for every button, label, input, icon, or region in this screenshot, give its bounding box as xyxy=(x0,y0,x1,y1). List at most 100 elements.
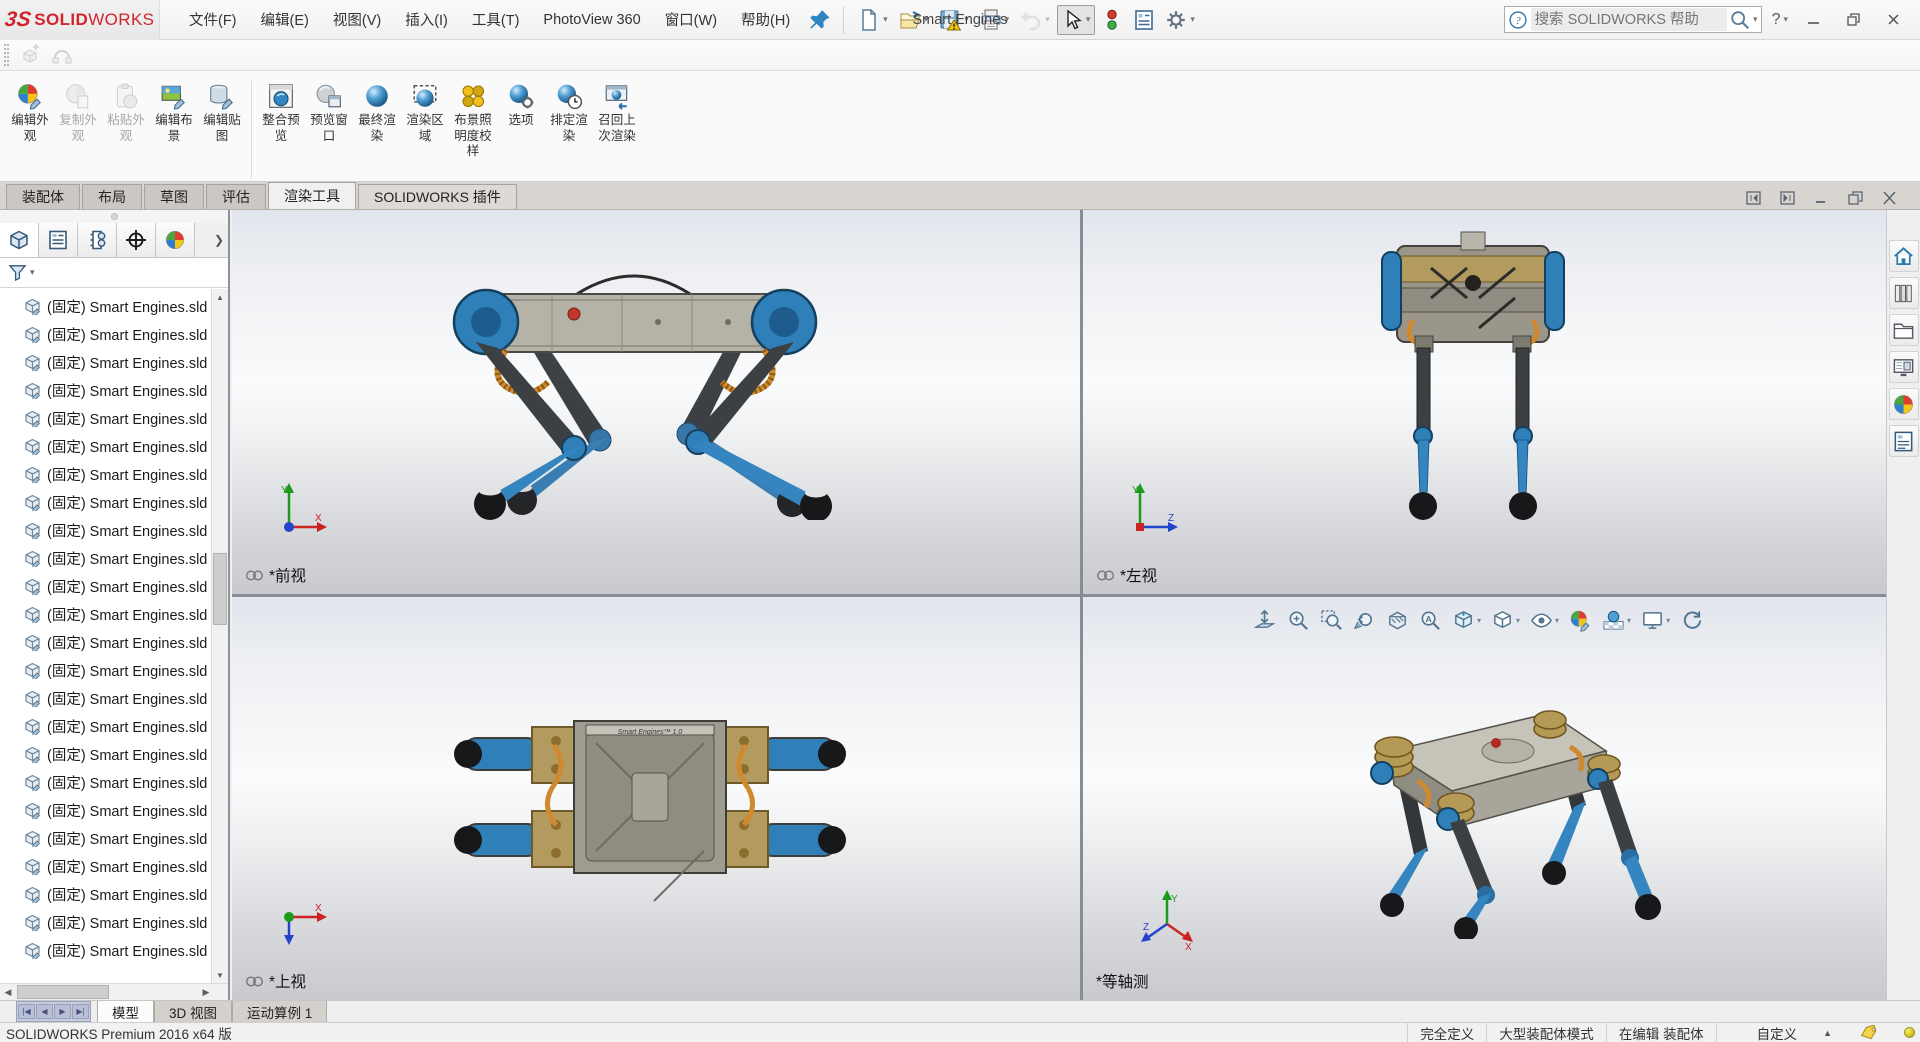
menu-item-3[interactable]: 插入(I) xyxy=(394,5,459,34)
tag-icon[interactable] xyxy=(1860,1025,1878,1040)
close-button[interactable] xyxy=(1878,7,1908,33)
search-icon[interactable] xyxy=(1729,9,1751,31)
options-dropdown-caret[interactable]: ▾ xyxy=(1190,14,1195,25)
tree-item-component[interactable]: (固定) Smart Engines.sld xyxy=(0,572,211,600)
recall-last-render-button[interactable]: 召回上次渲染 xyxy=(593,79,641,145)
menu-item-5[interactable]: PhotoView 360 xyxy=(532,8,651,32)
last-tab-icon[interactable]: ▶| xyxy=(72,1004,89,1019)
pane-close-icon[interactable] xyxy=(1881,190,1898,205)
graphics-area[interactable]: Y X *前视 xyxy=(232,210,1886,1000)
menu-item-4[interactable]: 工具(T) xyxy=(461,5,531,34)
prev-tab-icon[interactable]: ◀ xyxy=(36,1004,53,1019)
integrated-preview-button[interactable]: 整合预览 xyxy=(257,79,305,145)
save-dropdown-caret[interactable]: ▾ xyxy=(964,14,969,25)
scene-illumination-proof-button[interactable]: 布景照明度校样 xyxy=(449,79,497,161)
print-button[interactable]: ▾ xyxy=(976,5,1015,35)
ribbon-tab-assembly[interactable]: 装配体 xyxy=(6,184,80,209)
restore-button[interactable] xyxy=(1838,7,1868,33)
zoom-to-area-button[interactable] xyxy=(1317,607,1346,634)
menu-item-2[interactable]: 视图(V) xyxy=(322,5,392,34)
document-tab-2[interactable]: 运动算例 1 xyxy=(232,1001,327,1022)
viewport-iso[interactable]: A▾▾▾▾▾ xyxy=(1083,597,1886,1000)
tree-item-component[interactable]: (固定) Smart Engines.sld xyxy=(0,460,211,488)
ribbon-tab-sketch[interactable]: 草图 xyxy=(144,184,204,209)
menu-item-7[interactable]: 帮助(H) xyxy=(730,5,801,34)
ribbon-tab-layout[interactable]: 布局 xyxy=(82,184,142,209)
interference-detection-button[interactable] xyxy=(1097,5,1127,35)
pane-minimize-icon[interactable] xyxy=(1813,190,1830,205)
panel-tab-appearances[interactable] xyxy=(156,223,195,257)
tree-item-component[interactable]: (固定) Smart Engines.sld xyxy=(0,544,211,572)
dynamic-annotation-button[interactable]: A xyxy=(1416,607,1445,634)
tree-item-component[interactable]: (固定) Smart Engines.sld xyxy=(0,936,211,964)
final-render-button[interactable]: 最终渲染 xyxy=(353,79,401,145)
split-right-icon[interactable] xyxy=(1779,190,1796,205)
next-tab-icon[interactable]: ▶ xyxy=(54,1004,71,1019)
tree-item-component[interactable]: (固定) Smart Engines.sld xyxy=(0,824,211,852)
evaluate-button[interactable] xyxy=(1129,5,1159,35)
scroll-right-arrow[interactable]: ▶ xyxy=(198,984,214,1000)
tree-horizontal-scrollbar[interactable]: ◀ ▶ xyxy=(0,983,228,1000)
new-document-button[interactable]: ▾ xyxy=(854,5,893,35)
zoom-in-out-button[interactable] xyxy=(1284,607,1313,634)
render-region-button[interactable]: 渲染区域 xyxy=(401,79,449,145)
task-pane-appearances[interactable] xyxy=(1889,388,1919,420)
panel-tab-propertymanager[interactable] xyxy=(39,223,78,257)
tree-item-component[interactable]: (固定) Smart Engines.sld xyxy=(0,908,211,936)
tree-item-component[interactable]: (固定) Smart Engines.sld xyxy=(0,348,211,376)
tree-item-component[interactable]: (固定) Smart Engines.sld xyxy=(0,432,211,460)
hide-show-items-button[interactable]: ▾ xyxy=(1527,607,1562,634)
save-button[interactable]: ▾ xyxy=(935,5,974,35)
task-pane-file-explorer[interactable] xyxy=(1889,314,1919,346)
preview-window-button[interactable]: 预览窗口 xyxy=(305,79,353,145)
split-left-icon[interactable] xyxy=(1745,190,1762,205)
ribbon-tab-render-tools[interactable]: 渲染工具 xyxy=(268,182,356,209)
tree-item-component[interactable]: (固定) Smart Engines.sld xyxy=(0,852,211,880)
viewport-top[interactable]: Smart Engines™ 1.0 X *上视 xyxy=(232,597,1080,1000)
tree-item-component[interactable]: (固定) Smart Engines.sld xyxy=(0,684,211,712)
tree-item-component[interactable]: (固定) Smart Engines.sld xyxy=(0,488,211,516)
tree-item-component[interactable]: (固定) Smart Engines.sld xyxy=(0,656,211,684)
viewport-front[interactable]: Y X *前视 xyxy=(232,210,1080,594)
tree-item-component[interactable]: (固定) Smart Engines.sld xyxy=(0,740,211,768)
view-settings-button[interactable]: ▾ xyxy=(1638,607,1673,634)
hscroll-thumb[interactable] xyxy=(17,985,109,999)
task-pane-design-library[interactable] xyxy=(1889,277,1919,309)
filter-caret[interactable]: ▾ xyxy=(30,267,35,278)
panel-tab-dimxpert[interactable] xyxy=(117,223,156,257)
options-button[interactable]: ▾ xyxy=(1161,5,1200,35)
document-tab-1[interactable]: 3D 视图 xyxy=(154,1001,232,1022)
dropdown-caret[interactable]: ▾ xyxy=(1477,616,1481,625)
help-button[interactable]: ?▾ xyxy=(1772,11,1788,29)
zoom-to-fit-button[interactable] xyxy=(1251,607,1280,634)
first-tab-icon[interactable]: |◀ xyxy=(18,1004,35,1019)
tree-item-component[interactable]: (固定) Smart Engines.sld xyxy=(0,712,211,740)
scroll-thumb[interactable] xyxy=(213,553,227,625)
search-input[interactable] xyxy=(1531,8,1727,31)
tree-vertical-scrollbar[interactable]: ▲ ▼ xyxy=(211,289,228,983)
tree-item-component[interactable]: (固定) Smart Engines.sld xyxy=(0,320,211,348)
section-view-button[interactable] xyxy=(1383,607,1412,634)
panel-tab-configurationmanager[interactable] xyxy=(78,223,117,257)
menu-item-0[interactable]: 文件(F) xyxy=(178,5,248,34)
open-dropdown-caret[interactable]: ▾ xyxy=(924,14,929,25)
previous-view-button[interactable] xyxy=(1350,607,1379,634)
tree-item-component[interactable]: (固定) Smart Engines.sld xyxy=(0,516,211,544)
viewport-left[interactable]: Y Z *左视 xyxy=(1083,210,1886,594)
edit-scene-button[interactable]: 编辑布景 xyxy=(150,79,198,145)
customize-caret[interactable]: ▲ xyxy=(1823,1028,1832,1038)
edit-appearance-button[interactable] xyxy=(1566,607,1595,634)
ribbon-tab-addins[interactable]: SOLIDWORKS 插件 xyxy=(358,184,517,209)
panel-tabs-overflow-chevron[interactable]: ❯ xyxy=(210,223,228,257)
panel-tab-featuremanager-tree[interactable] xyxy=(0,223,39,257)
task-pane-home[interactable] xyxy=(1889,240,1919,272)
dropdown-caret[interactable]: ▾ xyxy=(1516,616,1520,625)
edit-decal-button[interactable]: 编辑贴图 xyxy=(198,79,246,145)
viewport-horizontal-splitter[interactable] xyxy=(232,594,1886,597)
tree-item-component[interactable]: (固定) Smart Engines.sld xyxy=(0,376,211,404)
dropdown-caret[interactable]: ▾ xyxy=(1555,616,1559,625)
pane-restore-icon[interactable] xyxy=(1847,190,1864,205)
edit-appearance-button[interactable]: 编辑外观 xyxy=(6,79,54,145)
display-style-button[interactable]: ▾ xyxy=(1488,607,1523,634)
tree-item-component[interactable]: (固定) Smart Engines.sld xyxy=(0,292,211,320)
